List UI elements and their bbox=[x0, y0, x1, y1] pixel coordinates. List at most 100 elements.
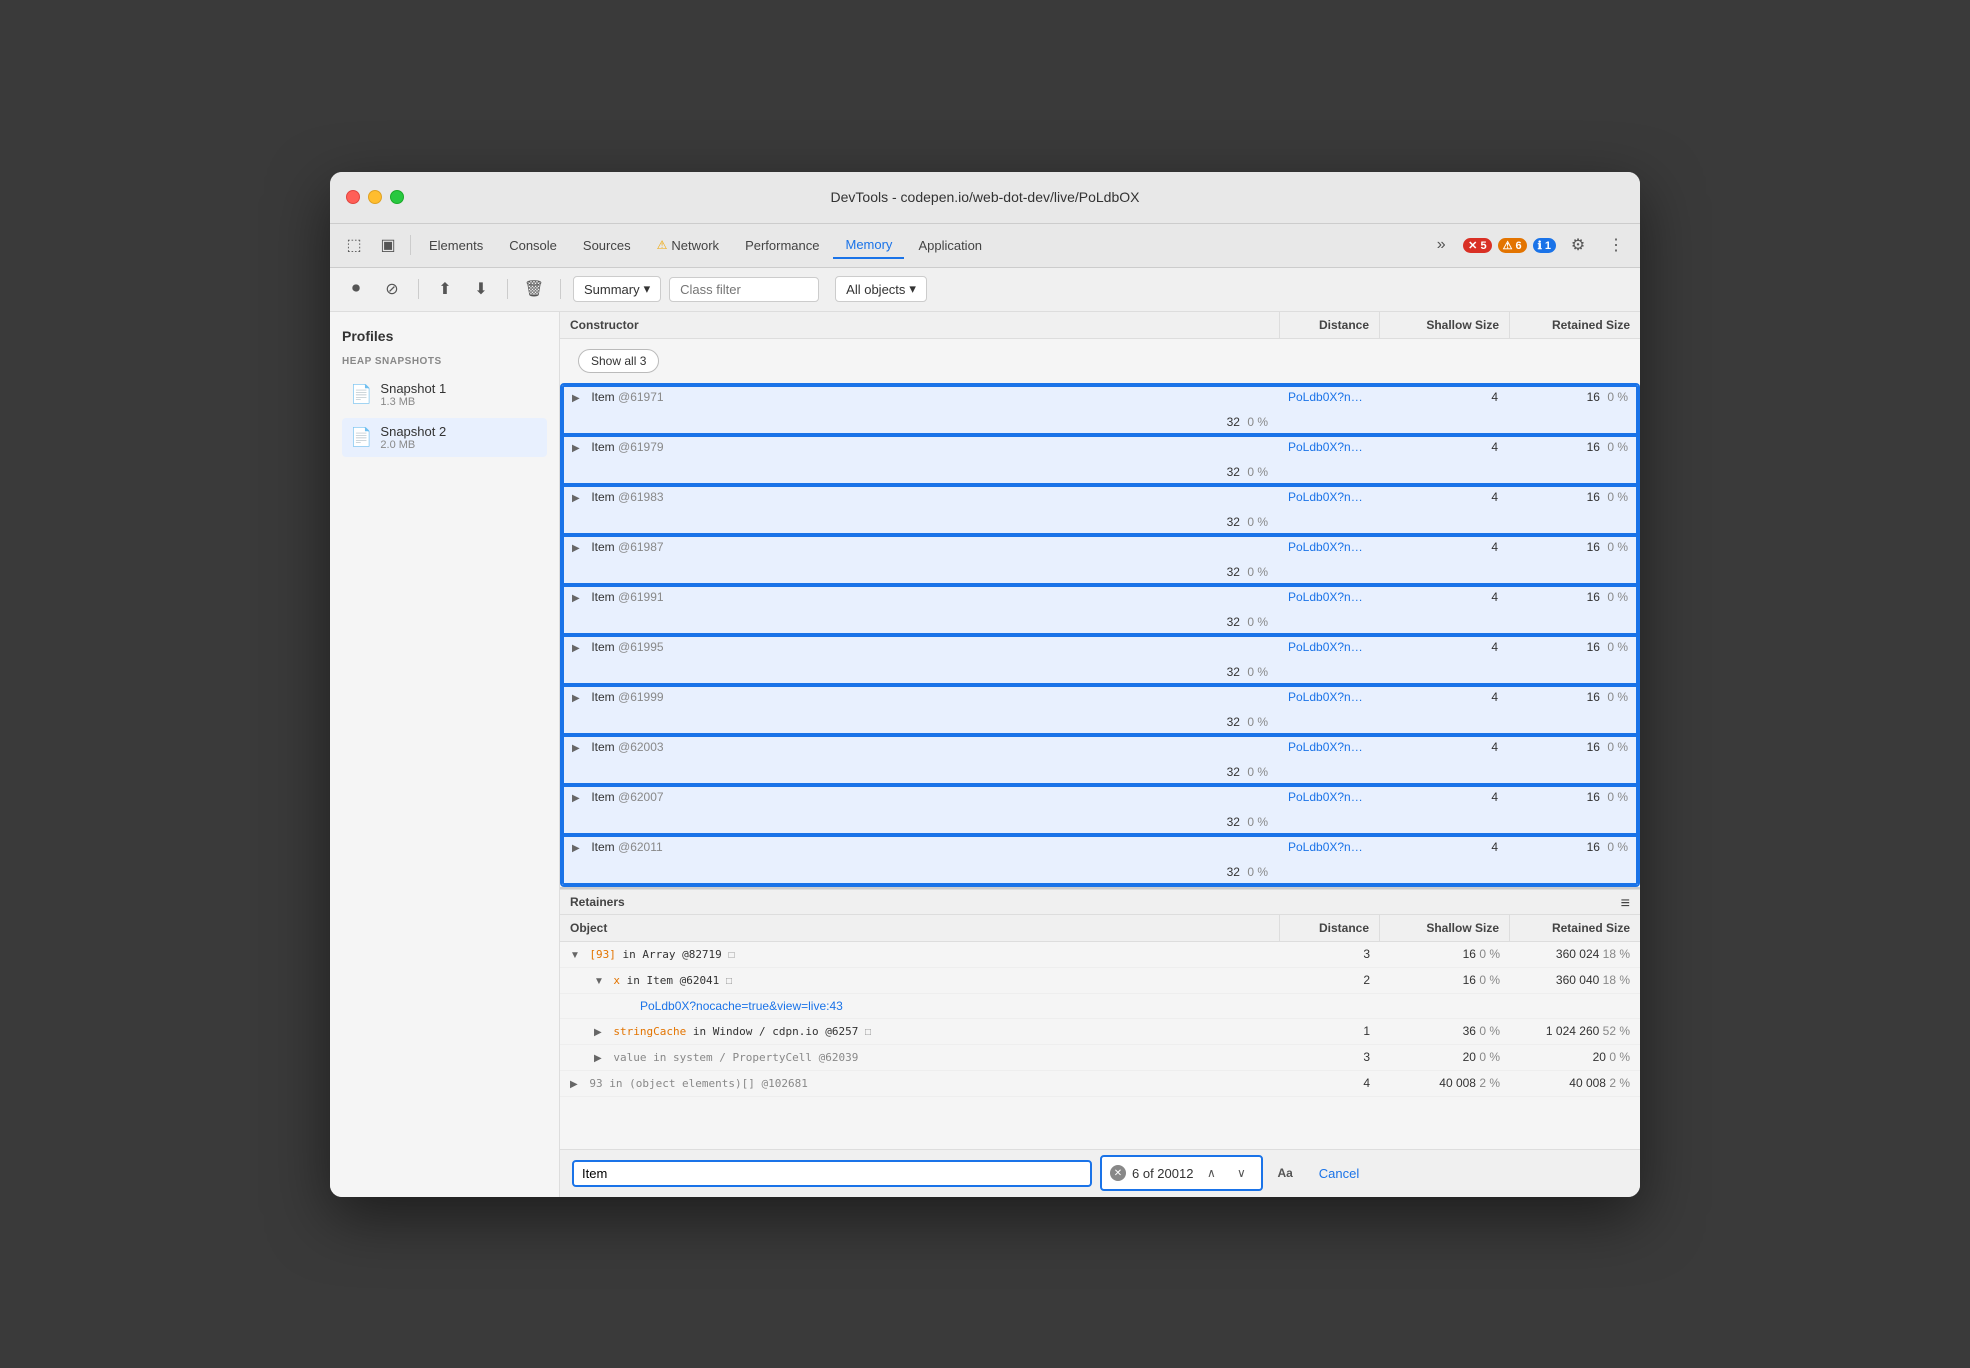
row-constructor: ▶ Item @61999 bbox=[562, 685, 1278, 710]
retainer-distance: 3 bbox=[1280, 942, 1380, 966]
retainer-row[interactable]: ▼ [93] in Array @82719 □ 3 16 0 % 360 02… bbox=[560, 942, 1640, 968]
search-input-wrapper bbox=[572, 1160, 1092, 1187]
expand-icon: ▶ bbox=[572, 593, 584, 605]
class-filter-input[interactable] bbox=[669, 277, 819, 302]
search-input[interactable] bbox=[582, 1166, 1082, 1181]
info-badge: ℹ 1 bbox=[1533, 238, 1556, 253]
more-tabs-icon[interactable]: » bbox=[1425, 231, 1457, 259]
table-row[interactable]: ▶ Item @61987 PoLdb0X?nocache=true&view=… bbox=[562, 535, 1638, 585]
upload-button[interactable]: ⬆ bbox=[431, 275, 459, 303]
retainer-link[interactable]: PoLdb0X?nocache=true&view=live:43 bbox=[560, 994, 1280, 1018]
search-clear-button[interactable]: ✕ bbox=[1110, 1165, 1126, 1181]
row-link[interactable]: PoLdb0X?nocache=true&view=live:43 bbox=[1278, 585, 1378, 609]
constructor-section[interactable]: Constructor Distance Shallow Size Retain… bbox=[560, 312, 1640, 889]
record-button[interactable]: ⏺ bbox=[342, 275, 370, 303]
row-retained: 32 0 % bbox=[562, 610, 1278, 634]
snapshot-item-2[interactable]: 📄 Snapshot 2 2.0 MB bbox=[342, 418, 547, 457]
snapshot-size-1: 1.3 MB bbox=[380, 396, 539, 408]
toolbar-separator-1 bbox=[418, 279, 419, 299]
row-constructor: ▶ Item @62011 bbox=[562, 835, 1278, 860]
row-link[interactable]: PoLdb0X?nocache=true&view=live:43 bbox=[1278, 435, 1378, 459]
maximize-button[interactable] bbox=[390, 190, 404, 204]
row-link[interactable]: PoLdb0X?nocache=true&view=live:43 bbox=[1278, 535, 1378, 559]
snapshot-item-1[interactable]: 📄 Snapshot 1 1.3 MB bbox=[342, 375, 547, 414]
expand-icon: ▶ bbox=[572, 643, 584, 655]
cancel-search-button[interactable]: Cancel bbox=[1307, 1162, 1371, 1185]
settings-icon[interactable]: ⚙ bbox=[1562, 231, 1594, 259]
row-shallow: 16 0 % bbox=[1508, 585, 1638, 609]
clear-button[interactable]: ⊘ bbox=[378, 275, 406, 303]
retainer-row[interactable]: ▶ 93 in (object elements)[] @102681 4 40… bbox=[560, 1071, 1640, 1097]
snapshot-icon-2: 📄 bbox=[350, 427, 372, 448]
row-shallow: 16 0 % bbox=[1508, 785, 1638, 809]
summary-dropdown[interactable]: Summary ▾ bbox=[573, 276, 661, 302]
table-row[interactable]: ▶ Item @62007 PoLdb0X?nocache=true&view=… bbox=[562, 785, 1638, 835]
row-distance: 4 bbox=[1378, 535, 1508, 559]
retainer-shallow-empty bbox=[1380, 1001, 1510, 1011]
retainer-shallow: 16 0 % bbox=[1380, 968, 1510, 992]
table-row[interactable]: ▶ Item @61991 PoLdb0X?nocache=true&view=… bbox=[562, 585, 1638, 635]
row-link[interactable]: PoLdb0X?nocache=true&view=live:43 bbox=[1278, 635, 1378, 659]
retainer-retained: 40 008 2 % bbox=[1510, 1071, 1640, 1095]
tab-network[interactable]: ⚠ Network bbox=[645, 231, 731, 259]
row-shallow: 16 0 % bbox=[1508, 735, 1638, 759]
retainer-object: ▼ x in Item @62041 □ bbox=[560, 968, 1280, 993]
expand-icon: ▶ bbox=[572, 843, 584, 855]
row-constructor: ▶ Item @61979 bbox=[562, 435, 1278, 460]
row-distance: 4 bbox=[1378, 585, 1508, 609]
tab-console[interactable]: Console bbox=[497, 231, 569, 259]
tab-separator bbox=[410, 235, 411, 255]
header-shallow: Shallow Size bbox=[1380, 312, 1510, 338]
table-row[interactable]: ▶ Item @62011 PoLdb0X?nocache=true&view=… bbox=[562, 835, 1638, 885]
more-options-icon[interactable]: ⋮ bbox=[1600, 231, 1632, 259]
close-button[interactable] bbox=[346, 190, 360, 204]
table-row[interactable]: ▶ Item @61971 PoLdb0X?nocache=true&view=… bbox=[562, 385, 1638, 435]
retainer-retained: 360 024 18 % bbox=[1510, 942, 1640, 966]
delete-button[interactable]: 🗑 bbox=[520, 275, 548, 303]
tab-performance[interactable]: Performance bbox=[733, 231, 831, 259]
retainer-row[interactable]: ▼ x in Item @62041 □ 2 16 0 % 360 040 18… bbox=[560, 968, 1640, 994]
row-shallow: 16 0 % bbox=[1508, 385, 1638, 409]
retainer-retained: 360 040 18 % bbox=[1510, 968, 1640, 992]
tab-sources[interactable]: Sources bbox=[571, 231, 643, 259]
retainer-row[interactable]: ▶ value in system / PropertyCell @62039 … bbox=[560, 1045, 1640, 1071]
retainer-row[interactable]: PoLdb0X?nocache=true&view=live:43 bbox=[560, 994, 1640, 1019]
row-link[interactable]: PoLdb0X?nocache=true&view=live:43 bbox=[1278, 835, 1378, 859]
row-link[interactable]: PoLdb0X?nocache=true&view=live:43 bbox=[1278, 385, 1378, 409]
row-constructor: ▶ Item @61987 bbox=[562, 535, 1278, 560]
inspector-icon[interactable]: ▣ bbox=[372, 231, 404, 259]
tab-elements[interactable]: Elements bbox=[417, 231, 495, 259]
tab-application[interactable]: Application bbox=[906, 231, 994, 259]
table-row[interactable]: ▶ Item @61979 PoLdb0X?nocache=true&view=… bbox=[562, 435, 1638, 485]
retainer-retained-empty bbox=[1510, 1001, 1640, 1011]
row-constructor: ▶ Item @62007 bbox=[562, 785, 1278, 810]
table-row[interactable]: ▶ Item @61995 PoLdb0X?nocache=true&view=… bbox=[562, 635, 1638, 685]
retainers-section: Retainers ≡ Object Distance Shallow Size… bbox=[560, 889, 1640, 1149]
show-all-button[interactable]: Show all 3 bbox=[578, 349, 659, 373]
retainers-menu-icon[interactable]: ≡ bbox=[1621, 895, 1630, 913]
retainer-distance: 4 bbox=[1280, 1071, 1380, 1095]
search-next-button[interactable]: ∨ bbox=[1229, 1161, 1253, 1185]
row-link[interactable]: PoLdb0X?nocache=true&view=live:43 bbox=[1278, 735, 1378, 759]
all-objects-dropdown[interactable]: All objects ▾ bbox=[835, 276, 927, 302]
table-row[interactable]: ▶ Item @62003 PoLdb0X?nocache=true&view=… bbox=[562, 735, 1638, 785]
retainer-distance: 2 bbox=[1280, 968, 1380, 992]
minimize-button[interactable] bbox=[368, 190, 382, 204]
row-link[interactable]: PoLdb0X?nocache=true&view=live:43 bbox=[1278, 685, 1378, 709]
row-link[interactable]: PoLdb0X?nocache=true&view=live:43 bbox=[1278, 485, 1378, 509]
tab-memory[interactable]: Memory bbox=[833, 231, 904, 259]
row-constructor: ▶ Item @62003 bbox=[562, 735, 1278, 760]
search-prev-button[interactable]: ∧ bbox=[1199, 1161, 1223, 1185]
toolbar: ⏺ ⊘ ⬆ ⬇ 🗑 Summary ▾ All objects ▾ bbox=[330, 268, 1640, 312]
retainer-shallow: 40 008 2 % bbox=[1380, 1071, 1510, 1095]
retainer-row[interactable]: ▶ stringCache in Window / cdpn.io @6257 … bbox=[560, 1019, 1640, 1045]
table-row[interactable]: ▶ Item @61999 PoLdb0X?nocache=true&view=… bbox=[562, 685, 1638, 735]
cursor-icon[interactable]: ⬚ bbox=[338, 231, 370, 259]
row-retained: 32 0 % bbox=[562, 560, 1278, 584]
case-sensitive-button[interactable]: Aa bbox=[1271, 1164, 1298, 1182]
network-warn-icon: ⚠ bbox=[657, 238, 668, 252]
table-row[interactable]: ▶ Item @61983 PoLdb0X?nocache=true&view=… bbox=[562, 485, 1638, 535]
row-link[interactable]: PoLdb0X?nocache=true&view=live:43 bbox=[1278, 785, 1378, 809]
download-button[interactable]: ⬇ bbox=[467, 275, 495, 303]
row-shallow: 16 0 % bbox=[1508, 835, 1638, 859]
